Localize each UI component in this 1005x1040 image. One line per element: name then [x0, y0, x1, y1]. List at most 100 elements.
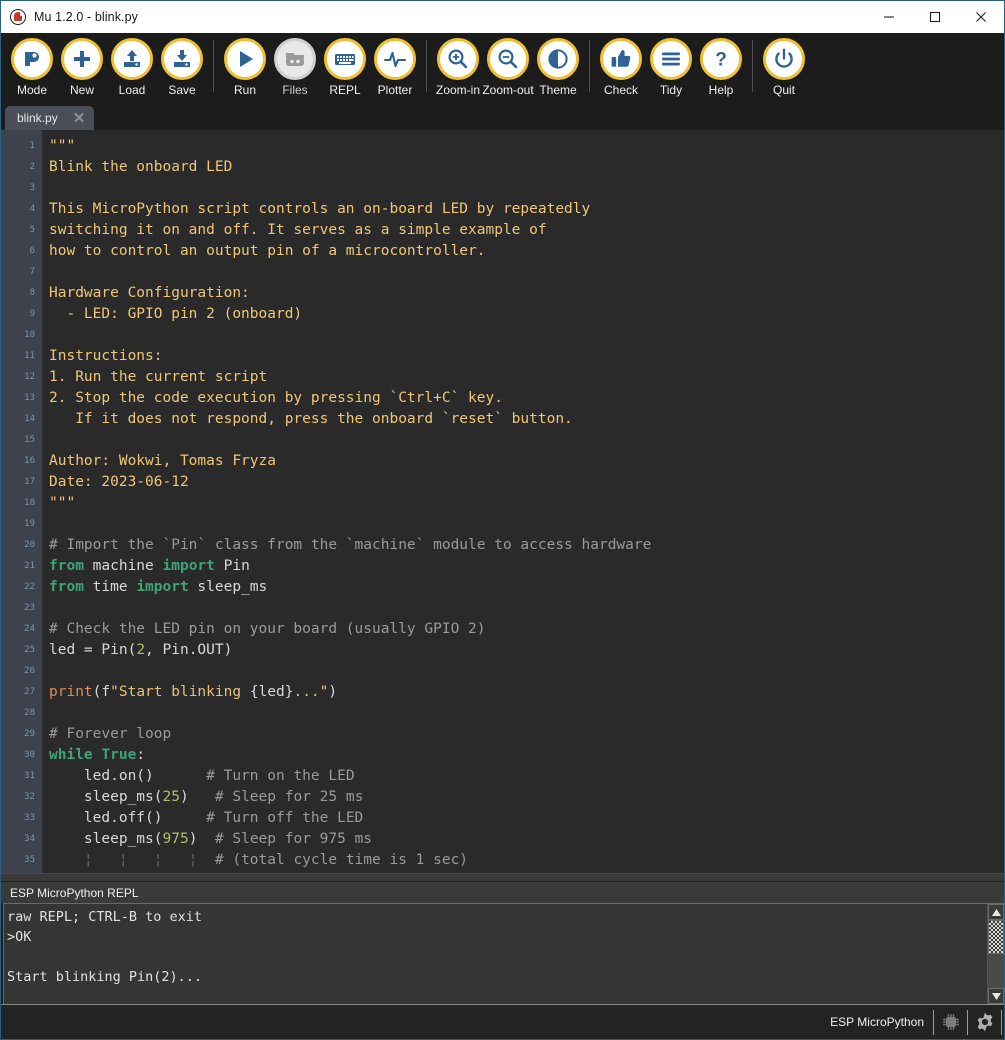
status-divider [1001, 1009, 1002, 1035]
window-title: Mu 1.2.0 - blink.py [34, 9, 139, 24]
close-button[interactable] [958, 1, 1004, 32]
code-editor[interactable]: 1 2 3 4 5 6 7 8 9 10 11 12 13 14 15 16 17 18 19 20 21 22 23 24 2… [1, 130, 1004, 873]
line-number: 25 [24, 645, 35, 655]
plotter-button[interactable]: Plotter [370, 38, 420, 97]
code-token: Instructions: [49, 348, 163, 364]
scroll-up-icon[interactable] [988, 904, 1004, 920]
code-token: ) [328, 684, 338, 700]
repl-line: Start blinking Pin(2)... [7, 969, 203, 985]
scrollbar-track[interactable] [988, 954, 1004, 988]
code-line: sleep_ms(25) # Sleep for 25 ms [49, 787, 1004, 808]
repl-scrollbar[interactable] [987, 904, 1004, 1004]
mode-icon [25, 52, 39, 66]
contrast-icon [548, 49, 568, 69]
maximize-button[interactable] [912, 1, 958, 32]
load-button[interactable]: Load [107, 38, 157, 97]
zoom-in-button[interactable]: Zoom-in [433, 38, 483, 97]
code-token: : [136, 747, 146, 763]
code-line: If it does not respond, press the onboar… [49, 409, 1004, 430]
toolbar-separator [752, 40, 753, 92]
code-line: 2. Stop the code execution by pressing `… [49, 388, 1004, 409]
code-token: Blink the onboard LED [49, 159, 233, 175]
chip-icon[interactable] [934, 1009, 967, 1036]
line-number: 2 [29, 162, 35, 172]
toolbar-group-quit: Quit [759, 38, 809, 97]
zoom-out-button-label: Zoom-out [482, 83, 534, 97]
check-button[interactable]: Check [596, 38, 646, 97]
code-token: # Check the LED pin on your board (usual… [49, 621, 486, 637]
code-token: 975 [162, 831, 189, 847]
code-token: switching it on and off. It serves as a … [49, 222, 547, 238]
repl-line: raw REPL; CTRL-B to exit [7, 909, 203, 925]
code-token: # Sleep for 975 ms [214, 831, 373, 847]
code-token: led = Pin( [49, 642, 137, 658]
code-token: 1. Run the current script [49, 369, 268, 385]
line-number: 4 [29, 204, 35, 214]
scroll-down-icon[interactable] [988, 988, 1004, 1004]
code-token: "Start blinking [110, 684, 250, 700]
tab-label: blink.py [17, 111, 58, 125]
minimize-button[interactable] [866, 1, 912, 32]
mu-logo-icon [10, 8, 26, 25]
repl-line [7, 947, 987, 967]
toolbar-group-run: Run Files REPL Plotter [220, 38, 420, 97]
scrollbar-thumb[interactable] [988, 920, 1004, 954]
mode-button-label: Mode [16, 83, 48, 97]
code-token: sleep_ms( [49, 789, 163, 805]
upload-icon [124, 50, 140, 67]
line-number: 28 [24, 708, 35, 718]
pane-splitter[interactable] [1, 873, 1004, 882]
line-number: 32 [24, 792, 35, 802]
line-number: 31 [24, 771, 35, 781]
line-number: 27 [24, 687, 35, 697]
download-icon [174, 50, 190, 67]
code-line: switching it on and off. It serves as a … [49, 220, 1004, 241]
theme-button[interactable]: Theme [533, 38, 583, 97]
files-button-label: Files [282, 83, 308, 97]
code-token: , Pin.OUT) [145, 642, 233, 658]
run-button[interactable]: Run [220, 38, 270, 97]
line-number: 29 [24, 729, 35, 739]
help-button[interactable]: ? Help [696, 38, 746, 97]
zoom-out-icon [498, 49, 518, 69]
new-button-label: New [69, 83, 94, 97]
zoom-out-button[interactable]: Zoom-out [482, 38, 534, 97]
code-token: (f [92, 684, 111, 700]
code-token: ) [179, 789, 215, 805]
quit-button[interactable]: Quit [759, 38, 809, 97]
code-token: sleep_ms( [49, 831, 163, 847]
mu-editor-window: Mu 1.2.0 - blink.py Mode New Load Save R… [0, 0, 1005, 1040]
title-bar: Mu 1.2.0 - blink.py [1, 1, 1004, 33]
folder-icon [286, 53, 304, 66]
new-button[interactable]: New [57, 38, 107, 97]
repl-button[interactable]: REPL [320, 38, 370, 97]
help-button-label: Help [708, 83, 734, 97]
theme-button-label: Theme [539, 83, 577, 97]
gear-icon[interactable] [968, 1009, 1001, 1036]
tab-blink-py[interactable]: blink.py ✕ [5, 106, 95, 130]
toolbar-group-view: Zoom-in Zoom-out Theme [433, 38, 583, 97]
code-token: ..." [293, 684, 329, 700]
files-button[interactable]: Files [270, 38, 320, 97]
line-number: 13 [24, 393, 35, 403]
code-line: led = Pin(2, Pin.OUT) [49, 640, 1004, 661]
line-number: 20 [24, 540, 35, 550]
code-area[interactable]: """ Blink the onboard LED This MicroPytho… [42, 130, 1004, 873]
repl-title: ESP MicroPython REPL [1, 882, 1004, 903]
repl-output[interactable]: raw REPL; CTRL-B to exit >OK Start blinki… [4, 904, 987, 1004]
code-line: Hardware Configuration: [49, 283, 1004, 304]
line-number: 33 [24, 813, 35, 823]
mode-button[interactable]: Mode [7, 38, 57, 97]
save-button[interactable]: Save [157, 38, 207, 97]
code-token: Date: 2023-06-12 [49, 474, 189, 490]
line-number: 26 [24, 666, 35, 676]
code-line: # Check the LED pin on your board (usual… [49, 619, 1004, 640]
zoom-in-icon [448, 49, 468, 69]
code-token: print [49, 684, 93, 700]
repl-button-label: REPL [329, 83, 361, 97]
tidy-button[interactable]: Tidy [646, 38, 696, 97]
tab-close-icon[interactable]: ✕ [70, 111, 89, 126]
thumbs-up-icon [611, 50, 631, 67]
